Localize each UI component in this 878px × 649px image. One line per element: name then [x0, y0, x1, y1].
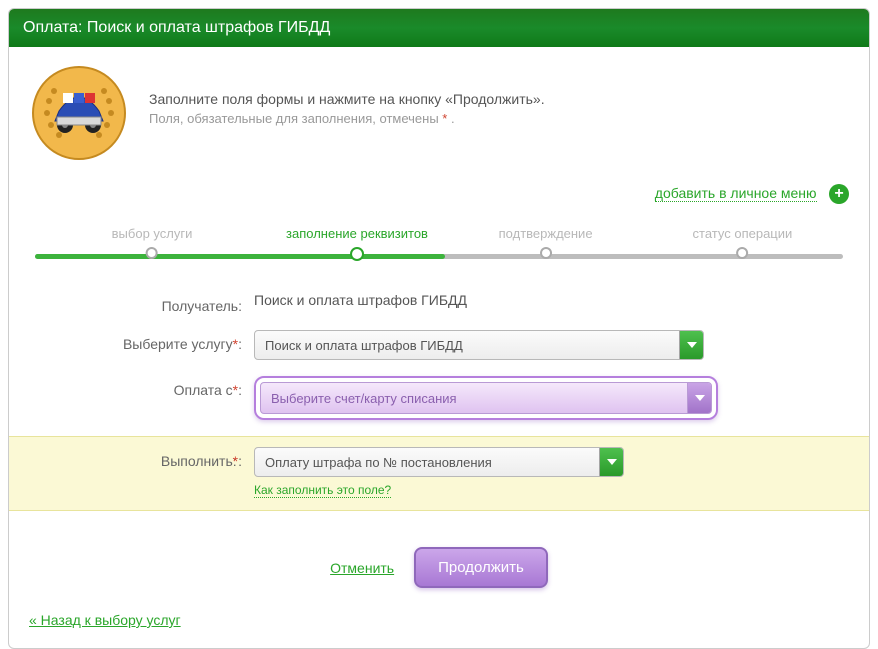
- chevron-down-icon: [687, 383, 711, 413]
- label-select-service: Выберите услугу*:: [29, 330, 254, 352]
- back-to-services-link[interactable]: « Назад к выбору услуг: [29, 612, 181, 628]
- label-execute: Выполнить:*:: [29, 447, 254, 469]
- action-row: Отменить Продолжить: [29, 511, 849, 594]
- intro-text: Заполните поля формы и нажмите на кнопку…: [149, 63, 545, 168]
- row-recipient: Получатель: Поиск и оплата штрафов ГИБДД: [29, 284, 849, 322]
- execute-dropdown[interactable]: Оплату штрафа по № постановления: [254, 447, 624, 477]
- payment-form: Получатель: Поиск и оплата штрафов ГИБДД…: [29, 284, 849, 511]
- service-dropdown[interactable]: Поиск и оплата штрафов ГИБДД: [254, 330, 704, 360]
- chevron-down-icon: [599, 448, 623, 476]
- step-dot-icon: [736, 247, 748, 259]
- intro-hint: Поля, обязательные для заполнения, отмеч…: [149, 111, 545, 126]
- row-select-service: Выберите услугу*: Поиск и оплата штрафов…: [29, 322, 849, 368]
- continue-button[interactable]: Продолжить: [414, 547, 548, 588]
- step-select-service: выбор услуги: [112, 226, 193, 259]
- row-execute-inner: Выполнить:*: Оплату штрафа по № постанов…: [29, 447, 849, 498]
- pay-from-placeholder: Выберите счет/карту списания: [271, 391, 457, 406]
- pay-from-highlight: Выберите счет/карту списания: [254, 376, 718, 420]
- field-pay-from: Выберите счет/карту списания: [254, 376, 849, 420]
- step-dot-icon: [540, 247, 552, 259]
- service-dropdown-value: Поиск и оплата штрафов ГИБДД: [265, 338, 463, 353]
- progress-tracker: выбор услуги заполнение реквизитов подтв…: [29, 226, 849, 266]
- panel-header: Оплата: Поиск и оплата штрафов ГИБДД: [9, 9, 869, 47]
- how-to-fill-link[interactable]: Как заполнить это поле?: [254, 483, 391, 498]
- step-confirmation: подтверждение: [499, 226, 593, 259]
- step-operation-status: статус операции: [693, 226, 793, 259]
- add-to-menu-row: добавить в личное меню +: [29, 178, 849, 216]
- step-label: заполнение реквизитов: [286, 226, 428, 241]
- label-recipient: Получатель:: [29, 292, 254, 314]
- value-recipient: Поиск и оплата штрафов ГИБДД: [254, 292, 849, 308]
- step-fill-requisites: заполнение реквизитов: [286, 226, 428, 261]
- row-pay-from: Оплата с*: Выберите счет/карту списания: [29, 368, 849, 428]
- plus-icon[interactable]: +: [829, 184, 849, 204]
- payment-panel: Оплата: Поиск и оплата штрафов ГИБДД: [8, 8, 870, 649]
- pay-from-dropdown[interactable]: Выберите счет/карту списания: [260, 382, 712, 414]
- panel-content: Заполните поля формы и нажмите на кнопку…: [9, 47, 869, 648]
- step-label: выбор услуги: [112, 226, 193, 241]
- execute-dropdown-value: Оплату штрафа по № постановления: [265, 455, 492, 470]
- step-label: статус операции: [693, 226, 793, 241]
- cancel-link[interactable]: Отменить: [330, 560, 394, 576]
- intro-block: Заполните поля формы и нажмите на кнопку…: [29, 63, 849, 168]
- row-execute: Выполнить:*: Оплату штрафа по № постанов…: [9, 436, 869, 511]
- label-pay-from: Оплата с*:: [29, 376, 254, 398]
- page-title: Оплата: Поиск и оплата штрафов ГИБДД: [23, 19, 330, 36]
- step-dot-icon: [350, 247, 364, 261]
- field-select-service: Поиск и оплата штрафов ГИБДД: [254, 330, 849, 360]
- step-dot-icon: [146, 247, 158, 259]
- add-to-personal-menu-link[interactable]: добавить в личное меню: [655, 185, 817, 202]
- gibdd-emblem-icon: [29, 63, 129, 168]
- field-execute: Оплату штрафа по № постановления Как зап…: [254, 447, 849, 498]
- step-label: подтверждение: [499, 226, 593, 241]
- chevron-down-icon: [679, 331, 703, 359]
- intro-main: Заполните поля формы и нажмите на кнопку…: [149, 91, 545, 107]
